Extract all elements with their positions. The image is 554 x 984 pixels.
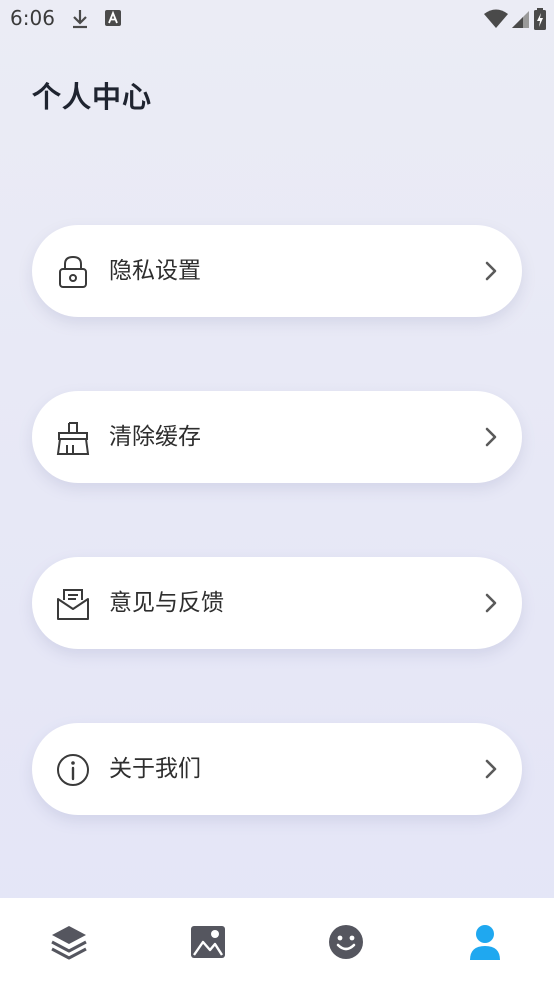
nav-gallery-tab[interactable] xyxy=(188,922,228,962)
menu-item-label: 清除缓存 xyxy=(109,424,201,450)
menu-item-about-us[interactable]: 关于我们 xyxy=(32,723,522,815)
download-icon xyxy=(70,8,90,34)
signal-icon xyxy=(512,9,530,33)
menu-item-feedback[interactable]: 意见与反馈 xyxy=(32,557,522,649)
lock-icon xyxy=(56,255,90,289)
chevron-right-icon xyxy=(480,592,502,614)
battery-charging-icon xyxy=(534,8,546,34)
chevron-right-icon xyxy=(480,758,502,780)
broom-icon xyxy=(56,421,90,455)
nav-layers-tab[interactable] xyxy=(49,922,89,962)
nav-emoji-tab[interactable] xyxy=(326,922,366,962)
page-title: 个人中心 xyxy=(32,80,153,114)
chevron-right-icon xyxy=(480,426,502,448)
menu-item-label: 隐私设置 xyxy=(109,258,201,284)
wifi-icon xyxy=(484,9,508,33)
person-icon xyxy=(465,925,505,966)
menu-item-privacy-settings[interactable]: 隐私设置 xyxy=(32,225,522,317)
status-time: 6:06 xyxy=(10,6,55,30)
status-right-group xyxy=(484,8,546,34)
chevron-right-icon xyxy=(480,260,502,282)
bottom-nav xyxy=(0,898,554,984)
layers-icon xyxy=(49,926,89,966)
smiley-icon xyxy=(326,925,366,966)
gallery-icon xyxy=(188,926,228,966)
menu-item-label: 关于我们 xyxy=(109,756,201,782)
menu-item-label: 意见与反馈 xyxy=(109,590,224,616)
mail-feedback-icon xyxy=(56,587,90,621)
text-a-icon xyxy=(105,10,121,30)
nav-profile-tab[interactable] xyxy=(465,922,505,962)
info-icon xyxy=(56,753,90,787)
menu-item-clear-cache[interactable]: 清除缓存 xyxy=(32,391,522,483)
status-bar: 6:06 xyxy=(0,0,554,38)
